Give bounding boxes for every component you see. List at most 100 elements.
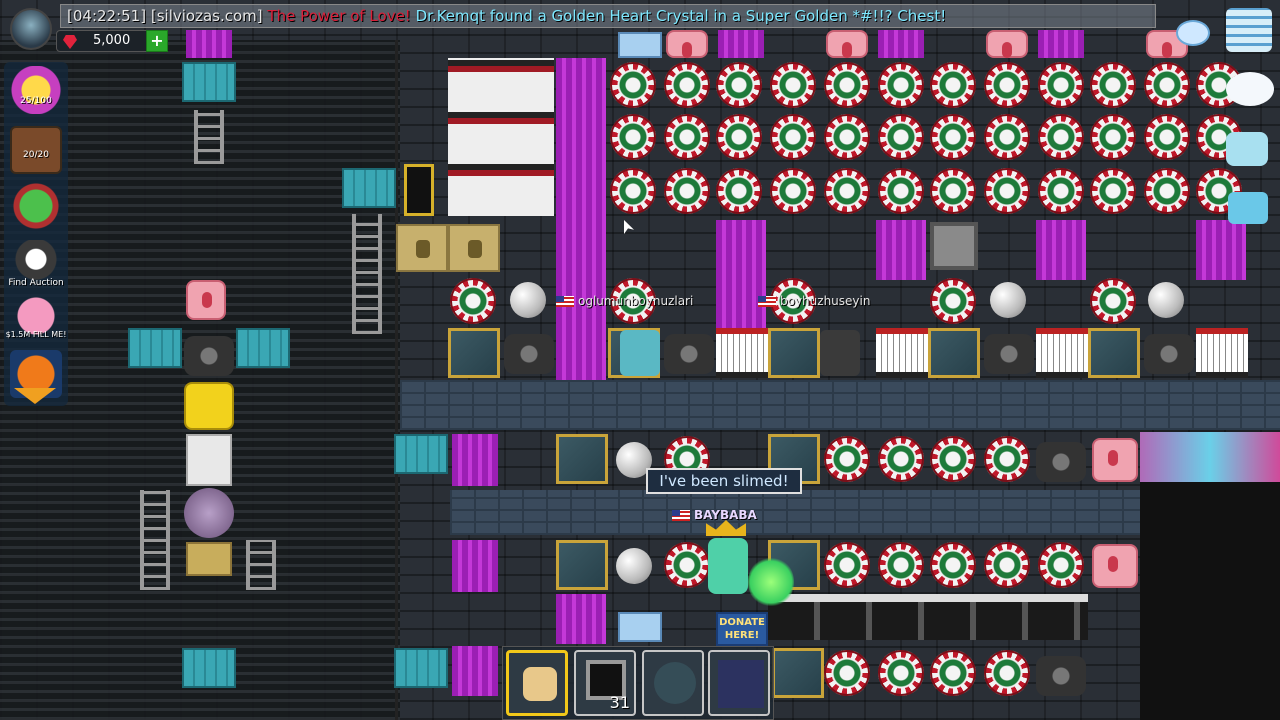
- roulette-wheel-icon[interactable]: [930, 168, 976, 214]
- roulette-wheel-icon[interactable]: [878, 436, 924, 482]
- roulette-wheel-icon[interactable]: [450, 278, 496, 324]
- glass-pane-icon: [718, 660, 764, 708]
- glass-pane-block: [1088, 328, 1140, 378]
- roulette-wheel-icon[interactable]: [984, 542, 1030, 588]
- roulette-wheel-icon[interactable]: [878, 62, 924, 108]
- roulette-wheel-icon[interactable]: [664, 168, 710, 214]
- roulette-wheel-icon[interactable]: [930, 650, 976, 696]
- inventory-slot-2[interactable]: 31: [574, 650, 636, 716]
- roulette-wheel-icon[interactable]: [824, 542, 870, 588]
- pink-lock-icon: [1092, 438, 1138, 482]
- roulette-wheel-icon[interactable]: [824, 114, 870, 160]
- donate-sign[interactable]: DONATE HERE!: [716, 612, 768, 646]
- cyan-block: [236, 328, 290, 368]
- vault-icon: [184, 336, 234, 376]
- vault-icon: [504, 334, 554, 374]
- inventory-slot-3[interactable]: [642, 650, 704, 716]
- roulette-wheel-icon[interactable]: [878, 168, 924, 214]
- roulette-wheel-icon[interactable]: [716, 168, 762, 214]
- pearl-icon: [990, 282, 1026, 318]
- roulette-wheel-icon[interactable]: [930, 278, 976, 324]
- avatar[interactable]: [10, 8, 52, 50]
- self-character[interactable]: [708, 538, 748, 594]
- game-world[interactable]: oglumunboynuzlari boyhuzhuseyin BAYBABA …: [0, 0, 1280, 720]
- roulette-wheel-icon[interactable]: [984, 62, 1030, 108]
- vault-icon: [1036, 442, 1086, 482]
- pink-lock-icon: [986, 30, 1028, 58]
- roulette-wheel-icon[interactable]: [1038, 62, 1084, 108]
- roulette-wheel-icon[interactable]: [984, 114, 1030, 160]
- roulette-wheel-icon[interactable]: [716, 114, 762, 160]
- teeth-block: [876, 328, 928, 378]
- roulette-wheel-icon[interactable]: [1144, 168, 1190, 214]
- roulette-wheel-icon[interactable]: [878, 542, 924, 588]
- roulette-wheel-icon[interactable]: [1144, 62, 1190, 108]
- player-name-1[interactable]: oglumunboynuzlari: [556, 294, 693, 308]
- roulette-wheel-icon[interactable]: [716, 62, 762, 108]
- ladder: [246, 540, 276, 590]
- roulette-wheel-icon[interactable]: [984, 436, 1030, 482]
- roulette-wheel-icon[interactable]: [664, 62, 710, 108]
- sign-icon: [186, 542, 232, 576]
- chat-icon[interactable]: [1226, 72, 1274, 106]
- menu-icon[interactable]: [1226, 8, 1272, 52]
- roulette-wheel-icon[interactable]: [878, 650, 924, 696]
- player-name-2[interactable]: boyhuzhuseyin: [758, 294, 870, 308]
- player-character[interactable]: [620, 330, 660, 376]
- roulette-wheel-icon[interactable]: [770, 62, 816, 108]
- roulette-wheel-icon[interactable]: [1090, 62, 1136, 108]
- purple-pillar: [556, 58, 606, 380]
- flag-us-icon: [758, 296, 776, 307]
- roulette-wheel-icon[interactable]: [770, 168, 816, 214]
- roulette-wheel-icon[interactable]: [930, 542, 976, 588]
- purple-pillar: [718, 30, 764, 58]
- inventory-slot-4[interactable]: [708, 650, 770, 716]
- roulette-wheel-icon[interactable]: [824, 62, 870, 108]
- store-icon[interactable]: [10, 182, 62, 230]
- floating-items: [1140, 432, 1280, 482]
- roulette-wheel-icon[interactable]: [1144, 114, 1190, 160]
- roulette-wheel-icon[interactable]: [610, 62, 656, 108]
- roulette-wheel-icon[interactable]: [610, 168, 656, 214]
- roulette-wheel-icon[interactable]: [770, 114, 816, 160]
- roulette-wheel-icon[interactable]: [1038, 542, 1084, 588]
- roulette-wheel-icon[interactable]: [1038, 114, 1084, 160]
- door-icon: [404, 164, 434, 216]
- roulette-wheel-icon[interactable]: [984, 168, 1030, 214]
- roulette-wheel-icon[interactable]: [1090, 278, 1136, 324]
- roulette-wheel-icon[interactable]: [930, 62, 976, 108]
- roulette-wheel-icon[interactable]: [1038, 168, 1084, 214]
- teeth-block: [1036, 328, 1088, 378]
- roulette-wheel-icon[interactable]: [824, 436, 870, 482]
- roulette-wheel-icon[interactable]: [930, 436, 976, 482]
- fist-icon: [523, 667, 557, 701]
- roulette-wheel-icon[interactable]: [878, 114, 924, 160]
- roulette-wheel-icon[interactable]: [824, 650, 870, 696]
- gem-count: 5,000: [93, 33, 131, 48]
- roulette-wheel-icon[interactable]: [824, 168, 870, 214]
- ladder: [140, 490, 170, 590]
- chat-bar[interactable]: [04:22:51] [silviozas.com] The Power of …: [60, 4, 1156, 28]
- world-info-icon[interactable]: [1176, 20, 1210, 46]
- energy-icon[interactable]: [10, 66, 62, 114]
- roulette-wheel-icon[interactable]: [664, 542, 710, 588]
- roulette-wheel-icon[interactable]: [664, 114, 710, 160]
- roulette-wheel-icon[interactable]: [930, 114, 976, 160]
- backpack-label: 20/20: [23, 150, 49, 160]
- piggy-bank-label: $1.5M FILL ME!: [5, 330, 67, 339]
- add-gems-button[interactable]: +: [146, 30, 168, 52]
- inventory-slot-fist[interactable]: [506, 650, 568, 716]
- purple-pillar: [452, 646, 498, 696]
- white-door-icon: [186, 434, 232, 486]
- purple-pillar: [878, 30, 924, 58]
- teeth-block-cluster: [448, 58, 554, 216]
- player-character[interactable]: [820, 330, 860, 376]
- emote-icon[interactable]: [1226, 132, 1268, 166]
- shop-cart-icon[interactable]: [1228, 192, 1268, 224]
- roulette-wheel-icon[interactable]: [1090, 168, 1136, 214]
- roulette-wheel-icon[interactable]: [610, 114, 656, 160]
- purple-pillar: [716, 220, 766, 330]
- roulette-wheel-icon[interactable]: [984, 650, 1030, 696]
- stone-block: [930, 222, 978, 270]
- roulette-wheel-icon[interactable]: [1090, 114, 1136, 160]
